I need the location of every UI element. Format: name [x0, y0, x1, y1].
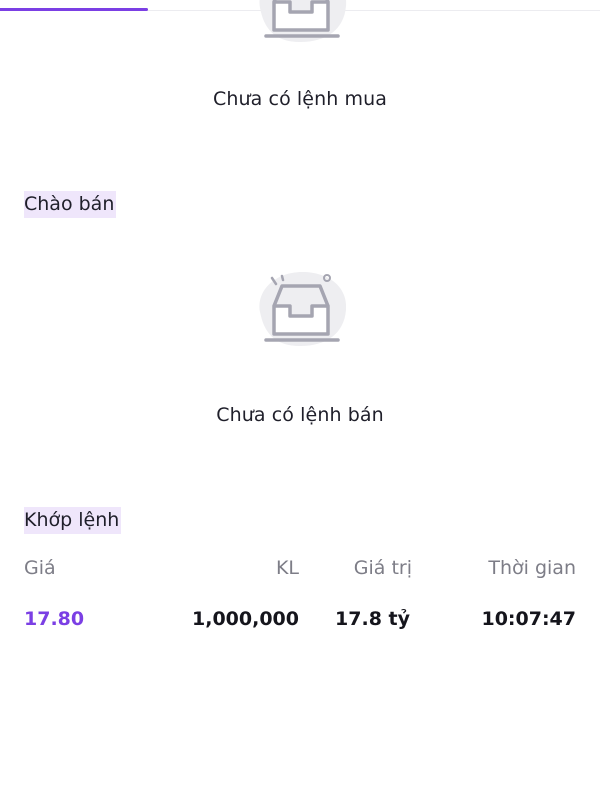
column-header-time: Thời gian [488, 557, 576, 579]
ask-section-title: Chào bán [24, 191, 117, 218]
buy-empty-message: Chưa có lệnh mua [212, 88, 388, 110]
empty-inbox-icon [259, 0, 347, 42]
matched-table-header: Giá KL Giá trị Thời gian [24, 554, 576, 582]
matched-section-title: Khớp lệnh [24, 507, 122, 534]
row-volume: 1,000,000 [192, 608, 299, 630]
row-price: 17.80 [24, 608, 85, 630]
buy-empty-illustration [246, 0, 356, 44]
column-header-value: Giá trị [353, 557, 412, 579]
row-value: 17.8 tỷ [335, 608, 410, 630]
row-time: 10:07:47 [481, 608, 576, 630]
sell-empty-illustration [246, 268, 356, 348]
column-header-volume: KL [275, 557, 299, 579]
empty-inbox-icon [259, 272, 347, 346]
sell-empty-message: Chưa có lệnh bán [216, 404, 384, 426]
table-row: 17.80 1,000,000 17.8 tỷ 10:07:47 [24, 605, 576, 633]
active-tab-indicator [0, 8, 148, 11]
column-header-price: Giá [24, 557, 56, 579]
